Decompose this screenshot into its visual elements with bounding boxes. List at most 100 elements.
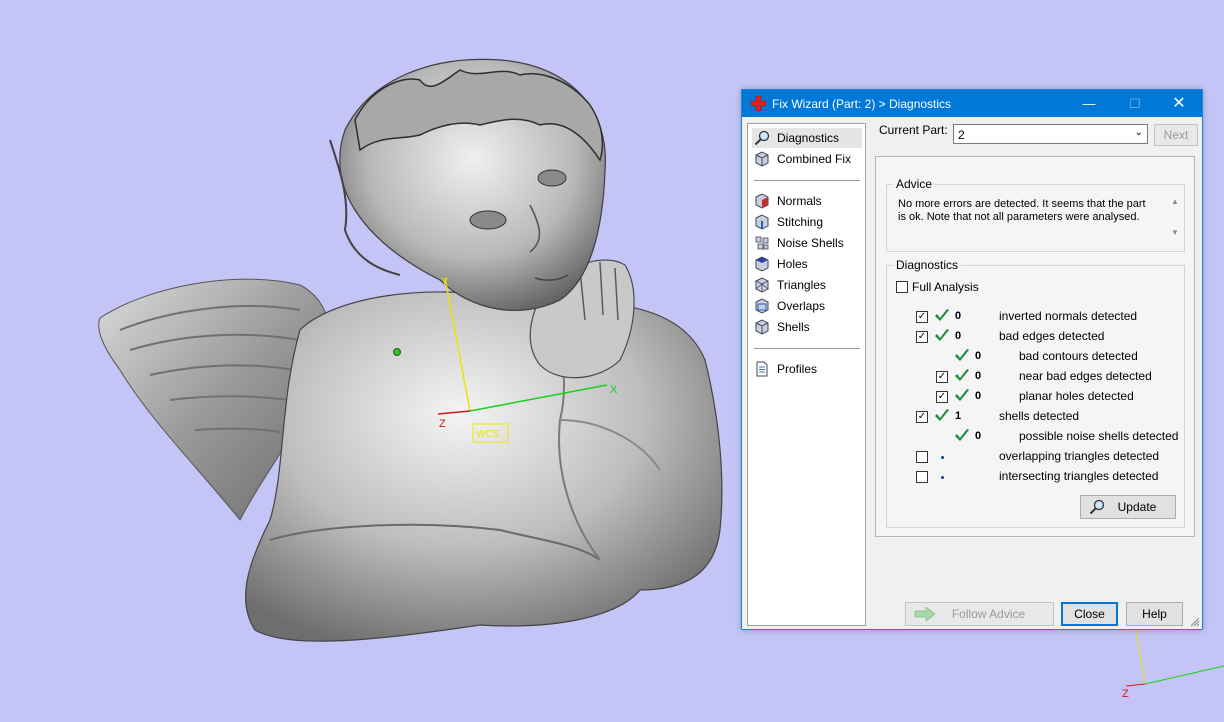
maximize-button[interactable]: ☐ <box>1112 90 1158 117</box>
nav-item-diagnostics[interactable]: Diagnostics <box>752 128 862 148</box>
close-window-button[interactable]: ✕ <box>1156 90 1202 117</box>
shells-count: 1 <box>955 410 962 422</box>
diagnostics-group: Diagnostics Full Analysis ✓ 0 inverted n… <box>886 258 1185 528</box>
green-check-icon <box>935 309 949 321</box>
noise-shells-label: possible noise shells detected <box>1019 429 1179 443</box>
green-check-icon <box>955 369 969 381</box>
near-bad-edges-checkbox[interactable]: ✓ <box>936 371 948 383</box>
update-label: Update <box>1117 500 1157 514</box>
follow-advice-button[interactable]: Follow Advice <box>905 602 1054 626</box>
angel-body <box>244 291 723 642</box>
near-bad-edges-count: 0 <box>975 370 982 382</box>
nav-item-triangles[interactable]: Triangles <box>752 275 862 295</box>
diagnostics-panel: Advice No more errors are detected. It s… <box>875 156 1195 537</box>
bad-edges-label: bad edges detected <box>999 329 1105 343</box>
fix-wizard-dialog: Fix Wizard (Part: 2) > Diagnostics — ☐ ✕… <box>741 89 1203 630</box>
shells-checkbox[interactable]: ✓ <box>916 411 928 423</box>
inverted-normals-checkbox[interactable]: ✓ <box>916 311 928 323</box>
dialog-title: Fix Wizard (Part: 2) > Diagnostics <box>772 97 952 111</box>
nav-item-combined-fix[interactable]: Combined Fix <box>752 149 862 169</box>
overlaps-cube-icon <box>755 298 769 314</box>
noise-shells-count: 0 <box>975 430 982 442</box>
full-analysis-label: Full Analysis <box>912 280 979 294</box>
close-button[interactable]: Close <box>1061 602 1118 626</box>
green-check-icon <box>955 429 969 441</box>
bad-contours-count: 0 <box>975 350 982 362</box>
pivot-point[interactable] <box>393 348 401 356</box>
overlapping-triangles-checkbox[interactable] <box>916 451 928 463</box>
corner-z-label: Z <box>1122 688 1129 700</box>
nav-item-overlaps[interactable]: Overlaps <box>752 296 862 316</box>
shells-cube-icon <box>755 319 769 335</box>
title-bar[interactable]: Fix Wizard (Part: 2) > Diagnostics — ☐ ✕ <box>742 90 1202 117</box>
wizard-nav: Diagnostics Combined Fix Normals Stitchi… <box>747 123 866 626</box>
nav-item-stitching[interactable]: Stitching <box>752 212 862 232</box>
nav-label: Shells <box>777 320 810 334</box>
advice-group: Advice No more errors are detected. It s… <box>886 177 1185 252</box>
normals-cube-icon <box>755 193 769 209</box>
nav-item-profiles[interactable]: Profiles <box>752 359 862 379</box>
nav-item-normals[interactable]: Normals <box>752 191 862 211</box>
intersecting-triangles-checkbox[interactable] <box>916 471 928 483</box>
near-bad-edges-label: near bad edges detected <box>1019 369 1152 383</box>
green-check-icon <box>935 409 949 421</box>
corner-axis-indicator: Z <box>1122 629 1224 700</box>
nav-separator <box>754 348 860 349</box>
green-check-icon <box>955 349 969 361</box>
z-axis-label: Z <box>439 418 446 430</box>
intersecting-triangles-label: intersecting triangles detected <box>999 469 1159 483</box>
nav-item-holes[interactable]: Holes <box>752 254 862 274</box>
advice-text: No more errors are detected. It seems th… <box>898 198 1146 223</box>
nav-label: Diagnostics <box>777 131 840 145</box>
y-axis-label: Y <box>441 276 449 288</box>
holes-cube-icon <box>755 256 769 272</box>
planar-holes-count: 0 <box>975 390 982 402</box>
nav-label: Overlaps <box>777 299 826 313</box>
advice-title: Advice <box>893 177 936 191</box>
triangles-cube-icon <box>755 277 769 293</box>
nav-label: Stitching <box>777 215 824 229</box>
pending-dot-icon <box>941 456 944 459</box>
red-cross-icon <box>751 96 766 111</box>
nav-label: Profiles <box>777 362 818 376</box>
cube-icon <box>755 151 769 167</box>
scroll-up-icon[interactable]: ▲ <box>1170 197 1180 206</box>
bad-contours-label: bad contours detected <box>1019 349 1138 363</box>
nav-label: Combined Fix <box>777 152 852 166</box>
scroll-down-icon[interactable]: ▼ <box>1170 228 1180 237</box>
current-part-select[interactable]: 2 ⌄ <box>953 124 1148 144</box>
full-analysis-checkbox[interactable] <box>896 281 908 293</box>
bad-edges-checkbox[interactable]: ✓ <box>916 331 928 343</box>
update-button[interactable]: Update <box>1080 495 1176 519</box>
next-button[interactable]: Next <box>1154 124 1198 146</box>
stitching-cube-icon <box>755 214 769 230</box>
nav-item-shells[interactable]: Shells <box>752 317 862 337</box>
x-axis-label: X <box>610 384 618 396</box>
noise-shells-icon <box>755 236 769 250</box>
minimize-button[interactable]: — <box>1066 90 1112 117</box>
diagnostics-title: Diagnostics <box>893 258 962 272</box>
help-button[interactable]: Help <box>1126 602 1183 626</box>
nav-item-noise-shells[interactable]: Noise Shells <box>752 233 862 253</box>
green-check-icon <box>955 389 969 401</box>
inverted-normals-count: 0 <box>955 310 962 322</box>
current-part-value: 2 <box>958 128 965 142</box>
resize-grip-icon[interactable] <box>1190 617 1200 627</box>
document-icon <box>756 361 768 377</box>
nav-separator <box>754 180 860 181</box>
magnifier-icon <box>1089 499 1105 515</box>
planar-holes-label: planar holes detected <box>1019 389 1134 403</box>
nav-label: Noise Shells <box>777 236 844 250</box>
planar-holes-checkbox[interactable]: ✓ <box>936 391 948 403</box>
nav-label: Normals <box>777 194 822 208</box>
current-part-label: Current Part: <box>879 123 948 137</box>
angel-head <box>329 58 606 311</box>
overlapping-triangles-label: overlapping triangles detected <box>999 449 1160 463</box>
nav-label: Triangles <box>777 278 826 292</box>
right-arrow-icon <box>914 607 936 621</box>
green-check-icon <box>935 329 949 341</box>
pending-dot-icon <box>941 476 944 479</box>
advice-scrollbar[interactable]: ▲ ▼ <box>1170 197 1180 243</box>
follow-advice-label: Follow Advice <box>951 607 1026 621</box>
nav-label: Holes <box>777 257 808 271</box>
